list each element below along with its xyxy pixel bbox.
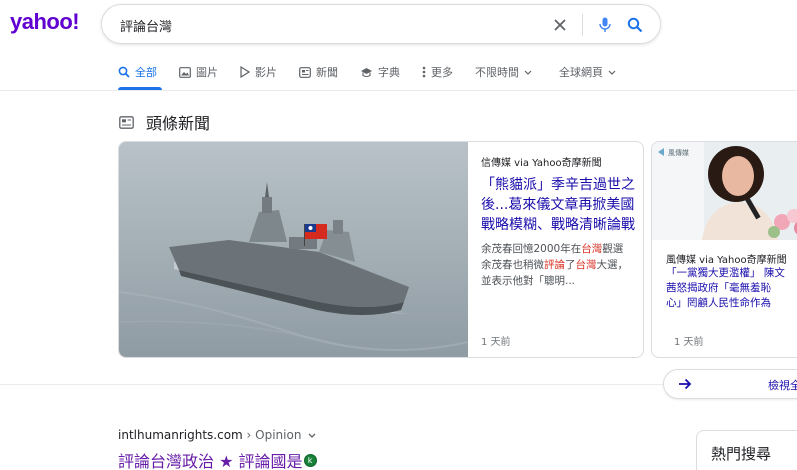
dictionary-icon <box>361 67 372 77</box>
trending-title: 熱門搜尋 <box>711 445 772 463</box>
chevron-down-icon[interactable] <box>308 433 316 438</box>
news-icon <box>119 115 134 129</box>
divider <box>0 384 663 385</box>
news-headline[interactable]: 「一黨獨大更濫權」 陳文 茜怒揭政府「毫無羞恥 心」罔顧人民性命作為 <box>666 266 797 311</box>
divider <box>0 90 797 91</box>
image-icon <box>179 66 191 78</box>
snippet-text: 余茂春回憶2000年在 <box>481 243 582 255</box>
top-stories-header: 頭條新聞 <box>119 110 210 134</box>
snippet-highlight: 台灣 <box>581 243 603 255</box>
result-domain: intlhumanrights.com <box>118 428 243 442</box>
search-submit-icon[interactable] <box>624 14 646 36</box>
tab-label: 不限時間 <box>475 66 519 79</box>
search-tabs: 全部 圖片 影片 新聞 字典 更多 不限時間 全球網頁 <box>118 64 643 80</box>
search-icon <box>118 66 130 78</box>
result-title-text: 評論台灣政治 ★ 評論國是 <box>118 452 303 470</box>
result-breadcrumb: › Opinion <box>242 428 302 442</box>
tab-label: 圖片 <box>196 66 218 79</box>
more-icon <box>422 66 426 78</box>
tab-news[interactable]: 新聞 <box>299 64 338 80</box>
arrow-right-icon <box>679 378 692 390</box>
news-icon <box>299 66 311 78</box>
news-snippet: 余茂春回憶2000年在台灣觀選 余茂春也稍微評論了台灣大選，並表示他對「聰明..… <box>481 241 636 289</box>
outlet-logo-text: 風傳媒 <box>668 148 689 157</box>
chevron-down-icon <box>524 70 532 75</box>
tab-dictionary[interactable]: 字典 <box>360 64 400 80</box>
tab-all[interactable]: 全部 <box>118 64 157 80</box>
news-card[interactable]: 風傳媒 風傳媒 via Yahoo奇摩新聞 「一黨獨大更濫權」 陳文 茜怒揭政府… <box>651 141 797 358</box>
search-input[interactable] <box>120 15 520 35</box>
divider <box>582 14 583 36</box>
speaker-photo: 風傳媒 <box>652 142 797 240</box>
tab-label: 全部 <box>135 66 157 79</box>
play-icon <box>240 66 250 78</box>
region-filter-dropdown[interactable]: 全球網頁 <box>559 64 621 80</box>
tab-more[interactable]: 更多 <box>422 64 453 80</box>
clear-icon[interactable] <box>549 14 571 36</box>
warship-image <box>119 142 468 357</box>
section-title: 頭條新聞 <box>146 114 211 133</box>
tab-label: 字典 <box>378 66 400 79</box>
news-time: 1 天前 <box>674 337 704 348</box>
news-source: 風傳媒 via Yahoo奇摩新聞 <box>666 255 787 266</box>
tab-label: 全球網頁 <box>559 66 603 79</box>
snippet-highlight: 台灣 <box>575 259 597 271</box>
result-title[interactable]: 評論台灣政治 ★ 評論國是 k <box>118 448 317 470</box>
headline-line: 「一黨獨大更濫權」 陳文 <box>666 267 785 279</box>
search-actions <box>549 14 646 36</box>
k-badge-icon: k <box>303 453 317 467</box>
tab-videos[interactable]: 影片 <box>240 64 277 80</box>
trending-panel: 熱門搜尋 <box>696 430 797 470</box>
card-body: 信傳媒 via Yahoo奇摩新聞 「熊貓派」季辛吉過世之後...葛來儀文章再掀… <box>481 154 636 289</box>
view-all-label: 檢視全部 <box>768 379 797 392</box>
tab-images[interactable]: 圖片 <box>179 64 218 80</box>
snippet-text: 了 <box>565 259 576 271</box>
yahoo-logo[interactable]: yahoo! <box>10 9 80 35</box>
search-box <box>101 4 661 44</box>
news-card[interactable]: 信傳媒 via Yahoo奇摩新聞 「熊貓派」季辛吉過世之後...葛來儀文章再掀… <box>118 141 644 358</box>
news-headline[interactable]: 「熊貓派」季辛吉過世之後...葛來儀文章再掀美國戰略模糊、戰略清晰論戰 <box>481 175 636 235</box>
headline-line: 茜怒揭政府「毫無羞恥 <box>666 282 771 294</box>
snippet-highlight: 評論 <box>544 259 565 271</box>
tab-label: 影片 <box>255 66 277 79</box>
view-all-button[interactable]: 檢視全部 <box>663 369 797 399</box>
tab-label: 更多 <box>431 66 453 79</box>
news-time: 1 天前 <box>481 337 511 348</box>
result-url[interactable]: intlhumanrights.com › Opinion <box>118 428 316 442</box>
tab-label: 新聞 <box>316 66 338 79</box>
headline-line: 心」罔顧人民性命作為 <box>666 297 771 309</box>
time-filter-dropdown[interactable]: 不限時間 <box>475 64 537 80</box>
chevron-down-icon <box>608 70 616 75</box>
news-source: 信傳媒 via Yahoo奇摩新聞 <box>481 158 602 169</box>
microphone-icon[interactable] <box>594 14 616 36</box>
